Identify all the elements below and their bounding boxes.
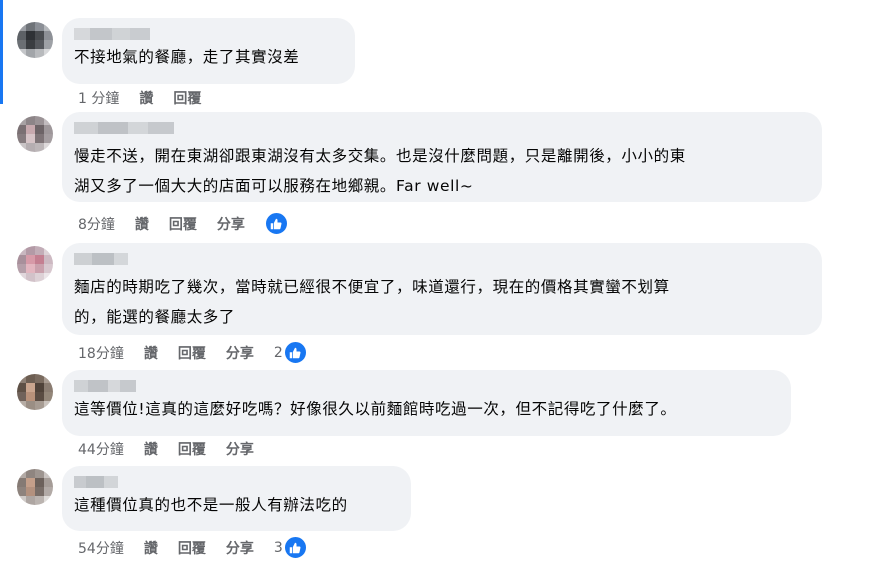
author-name-blurred[interactable] <box>74 476 399 489</box>
comment-timestamp[interactable]: 18分鐘 <box>78 343 124 363</box>
share-button[interactable]: 分享 <box>226 538 254 558</box>
comment-actions: 18分鐘 讚 回覆 分享 2 <box>78 341 307 364</box>
comment-timestamp[interactable]: 1 分鐘 <box>78 88 119 108</box>
reply-button[interactable]: 回覆 <box>178 439 206 459</box>
comment-text: 麵店的時期吃了幾次，當時就已經很不便宜了，味道還行，現在的價格其實蠻不划算 的，… <box>74 278 670 326</box>
like-button[interactable]: 讚 <box>135 214 149 234</box>
like-count[interactable] <box>264 212 288 235</box>
like-button[interactable]: 讚 <box>144 343 158 363</box>
like-button[interactable]: 讚 <box>139 88 153 108</box>
avatar[interactable] <box>17 469 53 505</box>
comment-actions: 54分鐘 讚 回覆 分享 3 <box>78 536 307 559</box>
author-name-blurred[interactable] <box>74 28 343 41</box>
reply-button[interactable]: 回覆 <box>169 214 197 234</box>
comment-actions: 44分鐘 讚 回覆 分享 <box>78 439 274 459</box>
comment-bubble: 麵店的時期吃了幾次，當時就已經很不便宜了，味道還行，現在的價格其實蠻不划算 的，… <box>62 243 822 335</box>
thumbs-up-icon <box>283 341 307 364</box>
avatar[interactable] <box>17 22 53 58</box>
comment-bubble: 慢走不送，開在東湖卻跟東湖沒有太多交集。也是沒什麼問題，只是離開後，小小的東 湖… <box>62 112 822 202</box>
thumbs-up-icon <box>283 536 307 559</box>
comment-bubble: 這種價位真的也不是一般人有辦法吃的 <box>62 466 411 531</box>
like-count[interactable]: 3 <box>274 536 307 559</box>
comment-actions: 1 分鐘 讚 回覆 <box>78 88 221 108</box>
reply-button[interactable]: 回覆 <box>178 343 206 363</box>
comment-text: 不接地氣的餐廳，走了其實沒差 <box>74 48 300 66</box>
active-thread-indicator <box>0 0 3 104</box>
like-button[interactable]: 讚 <box>144 538 158 558</box>
reply-button[interactable]: 回覆 <box>178 538 206 558</box>
comment-timestamp[interactable]: 54分鐘 <box>78 538 124 558</box>
comment-text: 慢走不送，開在東湖卻跟東湖沒有太多交集。也是沒什麼問題，只是離開後，小小的東 湖… <box>74 147 686 195</box>
comment-timestamp[interactable]: 8分鐘 <box>78 214 115 234</box>
comment-text: 這種價位真的也不是一般人有辦法吃的 <box>74 496 348 514</box>
comment-bubble: 不接地氣的餐廳，走了其實沒差 <box>62 18 355 84</box>
comment-timestamp[interactable]: 44分鐘 <box>78 439 124 459</box>
reply-button[interactable]: 回覆 <box>173 88 201 108</box>
share-button[interactable]: 分享 <box>226 343 254 363</box>
share-button[interactable]: 分享 <box>217 214 245 234</box>
thumbs-up-icon <box>264 212 288 235</box>
author-name-blurred[interactable] <box>74 380 779 393</box>
like-count[interactable]: 2 <box>274 341 307 364</box>
comment-bubble: 這等價位!這真的這麼好吃嗎？好像很久以前麵館時吃過一次，但不記得吃了什麼了。 <box>62 370 791 436</box>
share-button[interactable]: 分享 <box>226 439 254 459</box>
avatar[interactable] <box>17 374 53 410</box>
comment-text: 這等價位!這真的這麼好吃嗎？好像很久以前麵館時吃過一次，但不記得吃了什麼了。 <box>74 400 677 418</box>
avatar[interactable] <box>17 116 53 152</box>
author-name-blurred[interactable] <box>74 253 810 266</box>
like-button[interactable]: 讚 <box>144 439 158 459</box>
author-name-blurred[interactable] <box>74 122 810 135</box>
comment-actions: 8分鐘 讚 回覆 分享 <box>78 212 288 235</box>
avatar[interactable] <box>17 246 53 282</box>
